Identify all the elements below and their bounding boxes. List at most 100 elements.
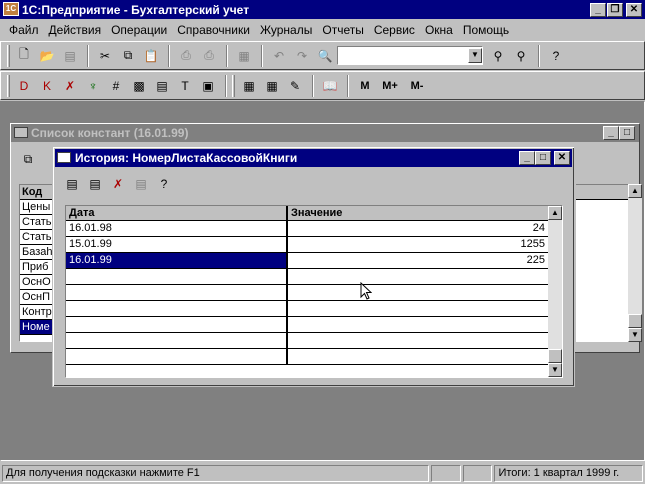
new-icon[interactable]: 🗋	[13, 45, 35, 67]
find-next-icon[interactable]: ⚲	[487, 45, 509, 67]
edit-row-icon[interactable]: ▤	[130, 173, 152, 195]
table-row[interactable]	[66, 285, 562, 301]
toolbar-grip[interactable]	[232, 74, 235, 97]
list-item[interactable]: ОснП	[20, 290, 54, 305]
minimize-icon[interactable]: _	[603, 126, 619, 140]
list-item[interactable]: Контр	[20, 305, 54, 320]
copy-icon[interactable]: ⧉	[17, 148, 39, 170]
menu-journals[interactable]: Журналы	[255, 23, 317, 37]
find-prev-icon[interactable]: ⚲	[510, 45, 532, 67]
print-preview-icon[interactable]: ⎙	[198, 45, 220, 67]
cell-value[interactable]: 1255	[288, 237, 548, 252]
calculator-icon[interactable]: ▦	[238, 75, 260, 97]
constants-list[interactable]: Код Цены Стать Стать Базаh Приб ОснО Осн…	[19, 184, 55, 342]
print-icon[interactable]: ⎙	[175, 45, 197, 67]
memory-add-button[interactable]: M+	[377, 75, 403, 97]
minimize-icon[interactable]: _	[590, 3, 606, 17]
cell-date[interactable]: 16.01.98	[66, 221, 288, 236]
table-row[interactable]	[66, 333, 562, 349]
minimize-icon[interactable]: _	[519, 151, 535, 165]
menu-service[interactable]: Сервис	[369, 23, 420, 37]
history-window-titlebar[interactable]: История: НомерЛистаКассовойКниги _ □ ✕	[55, 149, 572, 167]
toolbar-grip[interactable]	[7, 74, 10, 97]
cell-date[interactable]: 15.01.99	[66, 237, 288, 252]
column-header-value[interactable]: Значение	[288, 206, 548, 220]
scroll-thumb[interactable]	[628, 314, 642, 328]
cell-value[interactable]: 24	[288, 221, 548, 236]
document-icon[interactable]: ▤	[151, 75, 173, 97]
close-icon[interactable]: ✕	[554, 151, 570, 165]
chevron-down-icon[interactable]: ▼	[468, 48, 482, 63]
delete-row-icon[interactable]: ✗	[107, 173, 129, 195]
status-period[interactable]: Итоги: 1 квартал 1999 г.	[494, 464, 643, 482]
grid-icon[interactable]: #	[105, 75, 127, 97]
table-row[interactable]	[66, 269, 562, 285]
undo-icon[interactable]: ↶	[268, 45, 290, 67]
tree-icon[interactable]: ♆	[82, 75, 104, 97]
list-item[interactable]: Цены	[20, 200, 54, 215]
memory-button[interactable]: M	[354, 75, 376, 97]
maximize-icon[interactable]: □	[535, 151, 551, 165]
magic-icon[interactable]: ✎	[284, 75, 306, 97]
help-icon[interactable]: ?	[153, 173, 175, 195]
history-table[interactable]: Дата Значение 16.01.98 24 15.01.99 1255 …	[65, 205, 563, 378]
table-row[interactable]: 16.01.98 24	[66, 221, 562, 237]
table-row[interactable]	[66, 349, 562, 365]
paste-icon[interactable]: 📋	[140, 45, 162, 67]
menu-help[interactable]: Помощь	[458, 23, 514, 37]
cut-icon[interactable]: ✂	[94, 45, 116, 67]
list-item[interactable]: Приб	[20, 260, 54, 275]
menu-reports[interactable]: Отчеты	[317, 23, 368, 37]
calculator-icon[interactable]: ▦	[233, 45, 255, 67]
text-icon[interactable]: T	[174, 75, 196, 97]
list-item[interactable]: Базаh	[20, 245, 54, 260]
scroll-up-icon[interactable]: ▲	[628, 184, 642, 198]
menu-references[interactable]: Справочники	[172, 23, 255, 37]
history-scrollbar[interactable]: ▲ ▼	[548, 206, 562, 377]
credit-icon[interactable]: K	[36, 75, 58, 97]
memory-subtract-button[interactable]: M-	[404, 75, 430, 97]
column-header-date[interactable]: Дата	[66, 206, 288, 220]
checker-icon[interactable]: ▩	[128, 75, 150, 97]
list-item-selected[interactable]: Номе	[20, 320, 54, 335]
menu-windows[interactable]: Окна	[420, 23, 458, 37]
help-icon[interactable]: ?	[545, 45, 567, 67]
calendar-icon[interactable]: ▦	[261, 75, 283, 97]
table-row-selected[interactable]: 16.01.99 225	[66, 253, 562, 269]
table-row[interactable]	[66, 317, 562, 333]
menu-actions[interactable]: Действия	[44, 23, 107, 37]
copy-row-icon[interactable]: ▤	[84, 173, 106, 195]
close-icon[interactable]: ✕	[626, 3, 642, 17]
list-item[interactable]: ОснО	[20, 275, 54, 290]
add-row-icon[interactable]: ▤	[61, 173, 83, 195]
open-icon[interactable]: 📂	[36, 45, 58, 67]
table-icon[interactable]: ▣	[197, 75, 219, 97]
maximize-icon[interactable]: □	[619, 126, 635, 140]
scroll-thumb[interactable]	[548, 349, 562, 363]
table-row[interactable]: 15.01.99 1255	[66, 237, 562, 253]
find-icon[interactable]: 🔍	[314, 45, 336, 67]
column-header-code[interactable]: Код	[20, 185, 54, 200]
menu-file[interactable]: Файл	[4, 23, 44, 37]
constants-window-titlebar[interactable]: Список констант (16.01.99) _ □	[11, 124, 639, 142]
save-icon[interactable]: ▤	[59, 45, 81, 67]
list-item[interactable]: Стать	[20, 230, 54, 245]
search-input[interactable]: ▼	[337, 46, 483, 65]
toolbar-grip[interactable]	[7, 44, 10, 67]
list-item[interactable]: Стать	[20, 215, 54, 230]
delete-entry-icon[interactable]: ✗	[59, 75, 81, 97]
constants-scrollbar[interactable]: ▲ ▼	[628, 184, 642, 342]
scroll-down-icon[interactable]: ▼	[628, 328, 642, 342]
scroll-down-icon[interactable]: ▼	[548, 363, 562, 377]
cell-date[interactable]: 16.01.99	[66, 253, 288, 268]
book-icon[interactable]: 📖	[319, 75, 341, 97]
copy-icon[interactable]: ⧉	[117, 45, 139, 67]
cell-value[interactable]: 225	[288, 253, 548, 268]
redo-icon[interactable]: ↷	[291, 45, 313, 67]
history-window[interactable]: История: НомерЛистаКассовойКниги _ □ ✕ ▤…	[52, 146, 575, 387]
menu-operations[interactable]: Операции	[106, 23, 172, 37]
scroll-up-icon[interactable]: ▲	[548, 206, 562, 220]
debit-icon[interactable]: D	[13, 75, 35, 97]
table-row[interactable]	[66, 301, 562, 317]
restore-icon[interactable]: ❐	[607, 3, 623, 17]
